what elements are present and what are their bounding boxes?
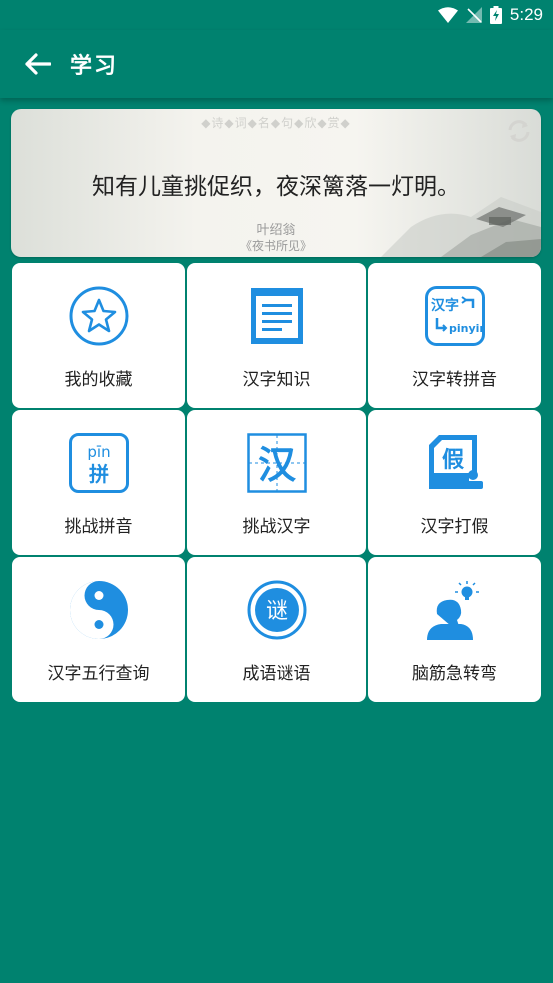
tile-label: 脑筋急转弯 — [412, 664, 497, 684]
back-arrow-icon — [25, 53, 51, 75]
document-icon — [246, 285, 308, 347]
tile-fake-check[interactable]: 假 汉字打假 — [368, 410, 541, 555]
yin-yang-icon — [68, 579, 130, 641]
hanzi-to-pinyin-icon: 汉字 pinyin — [424, 285, 486, 347]
tile-hanzi-knowledge[interactable]: 汉字知识 — [187, 263, 366, 408]
wifi-icon — [437, 7, 458, 23]
tile-label: 我的收藏 — [64, 370, 133, 390]
svg-text:谜: 谜 — [265, 599, 287, 624]
tile-my-favorites[interactable]: 我的收藏 — [12, 263, 185, 408]
tile-label: 汉字打假 — [420, 517, 489, 537]
battery-charging-icon — [489, 6, 502, 24]
svg-text:汉字: 汉字 — [431, 297, 459, 314]
tile-label: 汉字知识 — [242, 370, 311, 390]
riddle-seal-icon: 谜 — [246, 579, 308, 641]
tile-label: 汉字转拼音 — [412, 370, 497, 390]
poem-title: 《夜书所见》 — [239, 239, 312, 253]
page-title: 学习 — [70, 54, 119, 79]
poem-banner[interactable]: ◆诗◆词◆名◆句◆欣◆赏◆ 知有儿童挑促织，夜深篱落一灯明。 叶绍翁 《夜书所见… — [11, 109, 541, 257]
poem-line: 知有儿童挑促织，夜深篱落一灯明。 — [92, 174, 460, 200]
back-button[interactable] — [18, 44, 58, 84]
svg-text:pīn: pīn — [87, 443, 110, 461]
tile-label: 挑战拼音 — [64, 517, 133, 537]
feature-grid: 我的收藏 汉字知识 汉字 pinyin 汉字转拼音 pīn 拼 挑战拼音 汉 挑… — [12, 263, 541, 702]
star-icon — [68, 285, 130, 347]
status-bar: 5:29 — [0, 0, 553, 30]
svg-text:pinyin: pinyin — [449, 322, 485, 335]
tile-brain-teaser[interactable]: 脑筋急转弯 — [368, 557, 541, 702]
fake-check-icon: 假 — [424, 432, 486, 494]
tile-pinyin-challenge[interactable]: pīn 拼 挑战拼音 — [12, 410, 185, 555]
brain-teaser-icon — [424, 579, 486, 641]
tile-label: 成语谜语 — [242, 664, 311, 684]
tile-idiom-riddles[interactable]: 谜 成语谜语 — [187, 557, 366, 702]
tile-label: 挑战汉字 — [242, 517, 311, 537]
svg-text:汉: 汉 — [257, 443, 296, 487]
tile-hanzi-challenge[interactable]: 汉 挑战汉字 — [187, 410, 366, 555]
app-bar: 学习 — [0, 30, 553, 98]
tile-hanzi-to-pinyin[interactable]: 汉字 pinyin 汉字转拼音 — [368, 263, 541, 408]
status-time: 5:29 — [509, 5, 543, 24]
pinyin-challenge-icon: pīn 拼 — [68, 432, 130, 494]
tile-five-elements-query[interactable]: 汉字五行查询 — [12, 557, 185, 702]
svg-text:假: 假 — [441, 448, 463, 473]
poem-author: 叶绍翁 — [256, 223, 296, 238]
poem-categories: ◆诗◆词◆名◆句◆欣◆赏◆ — [201, 116, 351, 130]
refresh-icon[interactable] — [505, 117, 533, 145]
svg-text:拼: 拼 — [89, 462, 109, 486]
hanzi-challenge-icon: 汉 — [246, 432, 308, 494]
no-signal-icon — [465, 7, 482, 23]
tile-label: 汉字五行查询 — [47, 664, 150, 684]
